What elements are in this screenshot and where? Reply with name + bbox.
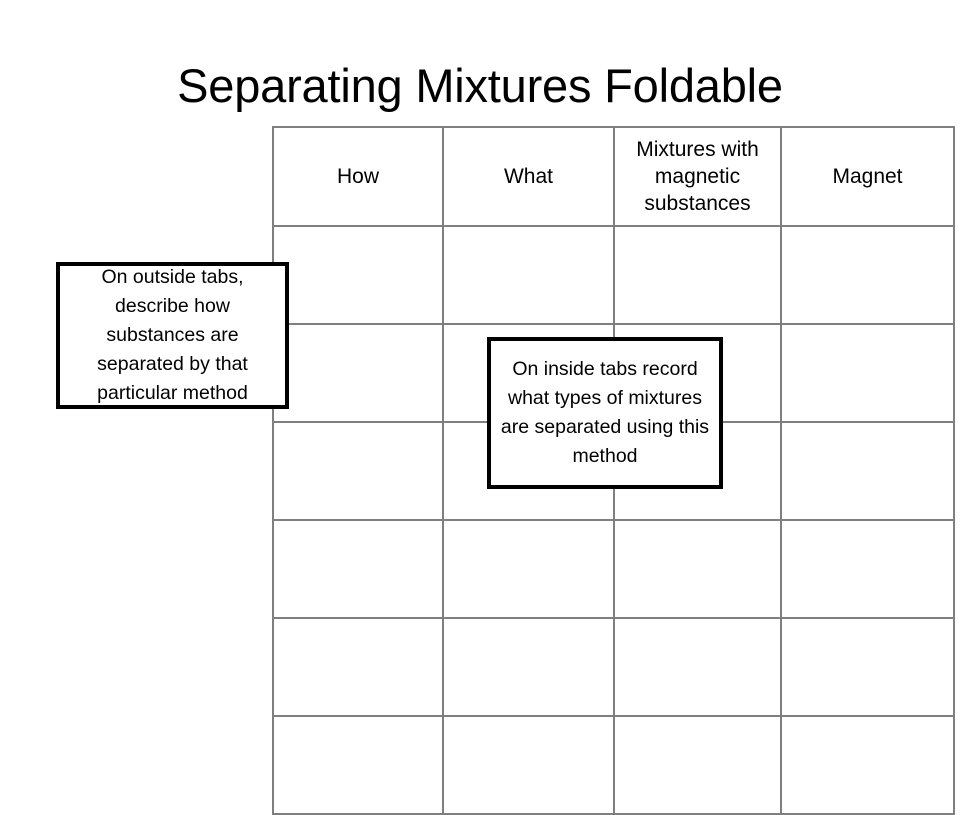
- table-header-row: How What Mixtures with magnetic substanc…: [272, 126, 955, 227]
- table-row: [272, 617, 955, 717]
- table-cell[interactable]: [442, 715, 615, 815]
- table-cell[interactable]: [780, 421, 955, 521]
- callout-outside-tabs[interactable]: On outside tabs, describe how substances…: [56, 262, 289, 409]
- table-cell[interactable]: [613, 519, 782, 619]
- table-cell[interactable]: [272, 715, 444, 815]
- table-cell[interactable]: [272, 421, 444, 521]
- table-header-cell-mixtures-with-magnetic-substances: Mixtures with magnetic substances: [613, 126, 782, 227]
- table-header-cell-what: What: [442, 126, 615, 227]
- table-cell[interactable]: [442, 519, 615, 619]
- table-cell[interactable]: [780, 715, 955, 815]
- table-header-cell-how: How: [272, 126, 444, 227]
- table-cell[interactable]: [780, 225, 955, 325]
- callout-inside-tabs-text: On inside tabs record what types of mixt…: [500, 358, 710, 467]
- table-cell[interactable]: [613, 715, 782, 815]
- table-cell[interactable]: [780, 323, 955, 423]
- page-title: Separating Mixtures Foldable: [177, 59, 783, 112]
- table-cell[interactable]: [272, 225, 444, 325]
- table-cell[interactable]: [613, 617, 782, 717]
- table-row: [272, 225, 955, 325]
- table-cell[interactable]: [442, 225, 615, 325]
- callout-inside-tabs[interactable]: On inside tabs record what types of mixt…: [487, 337, 723, 489]
- table-header-cell-magnet: Magnet: [780, 126, 955, 227]
- table-row: [272, 519, 955, 619]
- table-cell[interactable]: [272, 323, 444, 423]
- table-cell[interactable]: [613, 225, 782, 325]
- table-row: [272, 715, 955, 815]
- table-cell[interactable]: [272, 617, 444, 717]
- table-cell[interactable]: [780, 519, 955, 619]
- table-cell[interactable]: [442, 617, 615, 717]
- callout-outside-tabs-text: On outside tabs, describe how substances…: [97, 266, 248, 404]
- table-cell[interactable]: [780, 617, 955, 717]
- table-cell[interactable]: [272, 519, 444, 619]
